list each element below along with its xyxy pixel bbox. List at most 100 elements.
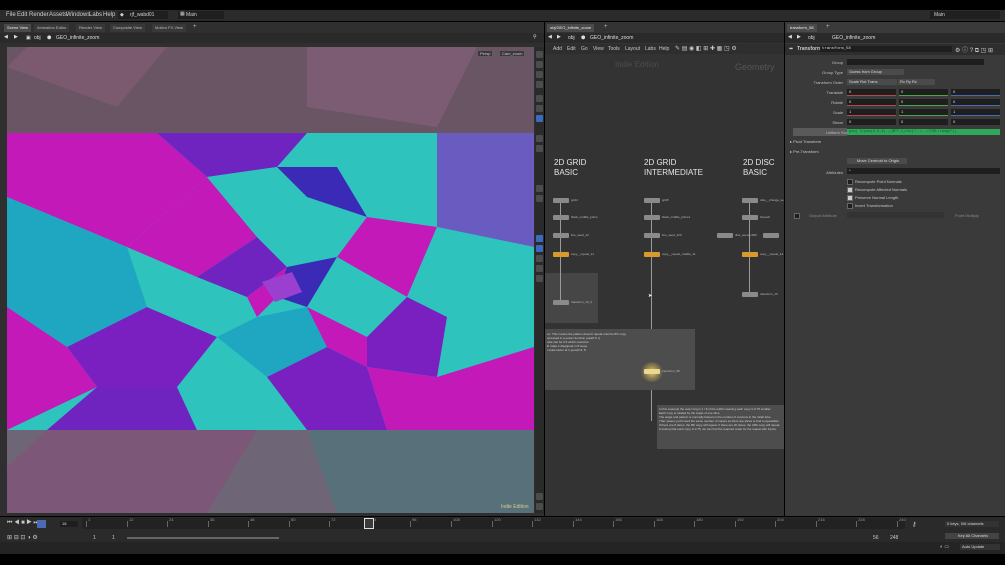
param-header-icons[interactable]: ⚙ ⓘ ? ⧉ ◳ ⊞: [955, 45, 993, 55]
key-all-channels-button[interactable]: Key All Channels: [945, 533, 999, 539]
node-transform-15[interactable]: [742, 292, 758, 297]
node-black-middle-prims1[interactable]: [644, 215, 660, 220]
menu-help[interactable]: Help: [103, 12, 115, 18]
node-grid4[interactable]: [553, 198, 569, 203]
range-end[interactable]: 56: [873, 535, 879, 541]
settings-icon[interactable]: [536, 493, 543, 500]
recompute-point-normals-checkbox[interactable]: [847, 179, 853, 185]
node-tube[interactable]: [742, 198, 758, 203]
light-icon[interactable]: [536, 81, 543, 88]
frame-icon[interactable]: [536, 275, 543, 282]
tab-render-view[interactable]: Render View: [76, 24, 105, 32]
net-menu-labs[interactable]: Labs: [645, 46, 656, 52]
snap-icon[interactable]: [536, 135, 543, 142]
back-arrow-icon[interactable]: ◀: [4, 34, 8, 40]
sticky-note-1[interactable]: un. This means the pattern doesn't repea…: [545, 329, 695, 390]
range-start[interactable]: 1: [93, 535, 96, 541]
param-path-root[interactable]: obj: [808, 35, 815, 41]
shear-y[interactable]: 0: [899, 119, 948, 125]
persp-menu[interactable]: Persp: [478, 51, 493, 56]
tab-parameters[interactable]: transform_58: [787, 24, 817, 32]
menu-render[interactable]: Render: [29, 12, 49, 18]
menu-labs[interactable]: Labs: [89, 12, 102, 18]
preserve-normal-length-checkbox[interactable]: [847, 195, 853, 201]
tab-animation-editor[interactable]: Animation Editor: [34, 24, 70, 32]
shear-x[interactable]: 0: [847, 119, 896, 125]
node-line-seed-2[interactable]: [644, 233, 660, 238]
add-param-tab-icon[interactable]: +: [826, 24, 830, 30]
path-node[interactable]: GEO_infinite_zoom: [56, 35, 99, 41]
scale-x[interactable]: 1: [847, 109, 896, 116]
rotate-order-select[interactable]: Rx Ry Rz: [898, 79, 935, 85]
lock-icon[interactable]: [536, 71, 543, 78]
path-root[interactable]: obj: [34, 35, 41, 41]
net-menu-go[interactable]: Go: [581, 46, 588, 52]
current-frame-field[interactable]: 18: [60, 521, 78, 527]
move-centroid-button[interactable]: Move Centroid to Origin: [847, 158, 907, 164]
group-field[interactable]: [847, 59, 984, 65]
recompute-affected-normals-checkbox[interactable]: [847, 187, 853, 193]
network-canvas[interactable]: Indie Edition Geometry 2D GRID BASIC 2D …: [545, 55, 784, 516]
tab-composite-view[interactable]: Composite View: [110, 24, 145, 32]
home-icon[interactable]: [536, 503, 543, 510]
shading-icon[interactable]: [536, 95, 543, 102]
menu-file[interactable]: File: [6, 12, 16, 18]
param-node-name[interactable]: transform_58: [820, 46, 952, 52]
net-menu-view[interactable]: View: [593, 46, 604, 52]
desktop-right-select[interactable]: Main: [930, 11, 1000, 19]
tab-scene-view[interactable]: Scene View: [4, 24, 32, 32]
param-path-node[interactable]: GEO_infinite_zoom: [832, 35, 875, 41]
node-transform[interactable]: [553, 300, 569, 305]
scale-z[interactable]: 1: [951, 109, 1000, 116]
points-icon[interactable]: [536, 115, 543, 122]
add-network-tab-icon[interactable]: +: [604, 24, 608, 30]
output-attribute-checkbox[interactable]: [794, 213, 800, 219]
group-type-select[interactable]: Guess from Group: [847, 69, 904, 75]
range-start-2[interactable]: 1: [112, 535, 115, 541]
grid-icon[interactable]: [536, 145, 543, 152]
playback-controls[interactable]: ⏮ ◀ ■ ▶ ⏭: [7, 520, 39, 527]
node-copy-repeat-14[interactable]: [742, 252, 758, 257]
node-transform-58[interactable]: [644, 369, 660, 374]
pre-transform-toggle[interactable]: ▸ Pre-Transform: [790, 149, 819, 154]
node-disc-seed[interactable]: [717, 233, 733, 238]
status-icons[interactable]: ◐ ▭: [940, 544, 949, 550]
pivot-transform-toggle[interactable]: ▸ Pivot Transform: [790, 139, 821, 144]
network-box[interactable]: [545, 273, 598, 323]
rotate-y[interactable]: 0: [899, 99, 948, 106]
sticky-note-2[interactable]: In this example the outer ring is 1 / 8 …: [657, 405, 784, 449]
node-line-seed[interactable]: [553, 233, 569, 238]
tab-motion-fx-view[interactable]: Motion FX View: [152, 24, 186, 32]
translate-x[interactable]: 0: [847, 89, 896, 96]
net-path-node[interactable]: GEO_infinite_zoom: [590, 35, 633, 41]
timeline-options-icons[interactable]: ⊞ ⊟ ⊡ ◑ ⚙: [7, 534, 38, 541]
view-options-icon[interactable]: [536, 51, 543, 58]
scale-y[interactable]: 1: [899, 109, 948, 116]
tab-network[interactable]: obj/GEO_infinite_zoom: [547, 24, 595, 32]
normals-icon[interactable]: [536, 185, 543, 192]
node-copy-repeat[interactable]: [553, 252, 569, 257]
net-back-icon[interactable]: ◀: [548, 34, 552, 40]
pin-icon[interactable]: ⚲: [533, 34, 537, 40]
output-attribute-field[interactable]: [847, 212, 944, 218]
transform-order-select[interactable]: Scale Rot Trans: [847, 79, 897, 85]
camera-menu[interactable]: Cam_zoom: [500, 51, 525, 56]
translate-y[interactable]: 0: [899, 89, 948, 96]
forward-arrow-icon[interactable]: ▶: [14, 34, 18, 40]
rotate-x[interactable]: 0: [847, 99, 896, 106]
net-menu-help[interactable]: Help: [659, 46, 669, 52]
net-forward-icon[interactable]: ▶: [557, 34, 561, 40]
invert-transformation-checkbox[interactable]: [847, 203, 853, 209]
range-slider[interactable]: [127, 537, 279, 539]
uv-icon[interactable]: [536, 195, 543, 202]
auto-update-select[interactable]: Auto Update: [960, 544, 1000, 550]
param-forward-icon[interactable]: ▶: [797, 34, 801, 40]
background-icon[interactable]: [536, 255, 543, 262]
playhead[interactable]: [364, 518, 374, 529]
menu-assets[interactable]: Assets: [49, 12, 67, 18]
net-menu-edit[interactable]: Edit: [567, 46, 576, 52]
range-end-2[interactable]: 248: [890, 535, 898, 541]
menu-windows[interactable]: Windows: [66, 12, 90, 18]
camera-icon[interactable]: [536, 61, 543, 68]
shear-z[interactable]: 0: [951, 119, 1000, 125]
